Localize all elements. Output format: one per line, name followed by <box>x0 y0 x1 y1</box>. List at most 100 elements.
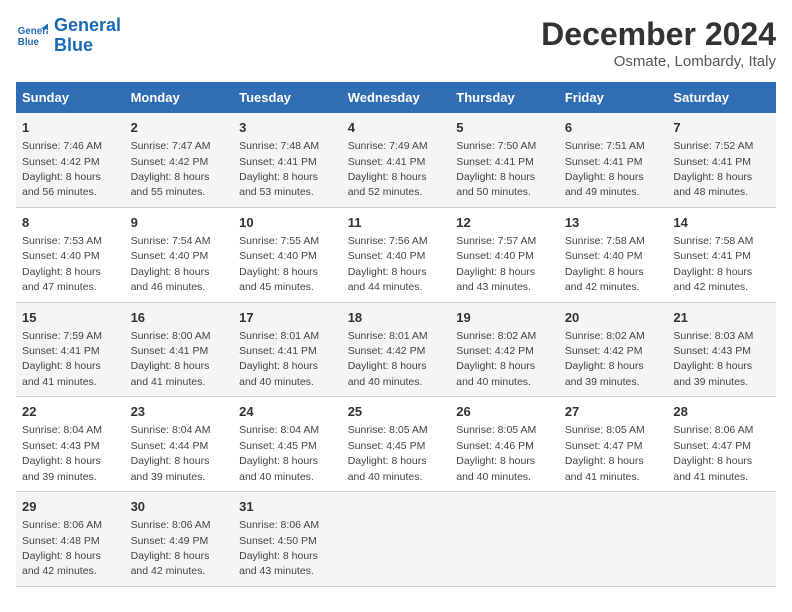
day-info: Sunrise: 7:58 AMSunset: 4:41 PMDaylight:… <box>673 235 753 293</box>
calendar-cell: 21Sunrise: 8:03 AMSunset: 4:43 PMDayligh… <box>667 302 776 397</box>
calendar-cell: 27 Sunrise: 8:05 AMSunset: 4:47 PMDayligh… <box>559 397 668 492</box>
column-header-thursday: Thursday <box>450 82 559 113</box>
calendar-cell: 11 Sunrise: 7:56 AMSunset: 4:40 PMDayligh… <box>342 207 451 302</box>
day-info: Sunrise: 8:01 AMSunset: 4:41 PMDaylight:… <box>239 330 319 388</box>
calendar-cell: 9Sunrise: 7:54 AMSunset: 4:40 PMDaylight… <box>125 207 234 302</box>
calendar-cell: 17 Sunrise: 8:01 AMSunset: 4:41 PMDayligh… <box>233 302 342 397</box>
calendar-cell: 19 Sunrise: 8:02 AMSunset: 4:42 PMDayligh… <box>450 302 559 397</box>
day-number: 18 <box>348 309 445 327</box>
calendar-cell: 7Sunrise: 7:52 AMSunset: 4:41 PMDaylight… <box>667 113 776 207</box>
day-info: Sunrise: 8:02 AMSunset: 4:42 PMDaylight:… <box>456 330 536 388</box>
day-info: Sunrise: 8:04 AMSunset: 4:44 PMDaylight:… <box>131 424 211 482</box>
day-number: 23 <box>131 403 228 421</box>
svg-text:Blue: Blue <box>18 37 40 48</box>
calendar-cell: 20 Sunrise: 8:02 AMSunset: 4:42 PMDayligh… <box>559 302 668 397</box>
calendar-cell: 14 Sunrise: 7:58 AMSunset: 4:41 PMDayligh… <box>667 207 776 302</box>
day-number: 13 <box>565 214 662 232</box>
location-title: Osmate, Lombardy, Italy <box>541 53 776 70</box>
week-row-4: 22Sunrise: 8:04 AMSunset: 4:43 PMDayligh… <box>16 397 776 492</box>
day-info: Sunrise: 7:49 AMSunset: 4:41 PMDaylight:… <box>348 140 428 198</box>
day-info: Sunrise: 8:02 AMSunset: 4:42 PMDaylight:… <box>565 330 645 388</box>
day-info: Sunrise: 7:55 AMSunset: 4:40 PMDaylight:… <box>239 235 319 293</box>
calendar-header-row: SundayMondayTuesdayWednesdayThursdayFrid… <box>16 82 776 113</box>
day-info: Sunrise: 8:06 AMSunset: 4:47 PMDaylight:… <box>673 424 753 482</box>
day-number: 2 <box>131 119 228 137</box>
day-info: Sunrise: 7:47 AMSunset: 4:42 PMDaylight:… <box>131 140 211 198</box>
calendar-cell: 26 Sunrise: 8:05 AMSunset: 4:46 PMDayligh… <box>450 397 559 492</box>
day-number: 1 <box>22 119 119 137</box>
week-row-2: 8Sunrise: 7:53 AMSunset: 4:40 PMDaylight… <box>16 207 776 302</box>
day-info: Sunrise: 7:57 AMSunset: 4:40 PMDaylight:… <box>456 235 536 293</box>
day-info: Sunrise: 8:04 AMSunset: 4:45 PMDaylight:… <box>239 424 319 482</box>
column-header-wednesday: Wednesday <box>342 82 451 113</box>
column-header-tuesday: Tuesday <box>233 82 342 113</box>
day-number: 19 <box>456 309 553 327</box>
calendar-cell: 29 Sunrise: 8:06 AMSunset: 4:48 PMDayligh… <box>16 492 125 587</box>
calendar-cell <box>667 492 776 587</box>
day-info: Sunrise: 8:06 AMSunset: 4:50 PMDaylight:… <box>239 519 319 577</box>
calendar-cell <box>450 492 559 587</box>
calendar-cell: 24 Sunrise: 8:04 AMSunset: 4:45 PMDayligh… <box>233 397 342 492</box>
day-number: 5 <box>456 119 553 137</box>
day-number: 26 <box>456 403 553 421</box>
calendar-cell: 4 Sunrise: 7:49 AMSunset: 4:41 PMDaylight… <box>342 113 451 207</box>
logo: General Blue General Blue <box>16 16 121 56</box>
day-info: Sunrise: 7:51 AMSunset: 4:41 PMDaylight:… <box>565 140 645 198</box>
day-number: 30 <box>131 498 228 516</box>
day-number: 10 <box>239 214 336 232</box>
calendar-cell <box>559 492 668 587</box>
page-header: General Blue General Blue December 2024 … <box>16 16 776 70</box>
day-info: Sunrise: 8:01 AMSunset: 4:42 PMDaylight:… <box>348 330 428 388</box>
day-info: Sunrise: 7:59 AMSunset: 4:41 PMDaylight:… <box>22 330 102 388</box>
calendar-cell: 13 Sunrise: 7:58 AMSunset: 4:40 PMDayligh… <box>559 207 668 302</box>
day-info: Sunrise: 8:06 AMSunset: 4:48 PMDaylight:… <box>22 519 102 577</box>
calendar-cell: 22Sunrise: 8:04 AMSunset: 4:43 PMDayligh… <box>16 397 125 492</box>
day-number: 11 <box>348 214 445 232</box>
calendar-cell: 28 Sunrise: 8:06 AMSunset: 4:47 PMDayligh… <box>667 397 776 492</box>
logo-icon: General Blue <box>16 20 48 52</box>
day-number: 27 <box>565 403 662 421</box>
day-info: Sunrise: 7:56 AMSunset: 4:40 PMDaylight:… <box>348 235 428 293</box>
day-number: 8 <box>22 214 119 232</box>
day-info: Sunrise: 8:05 AMSunset: 4:45 PMDaylight:… <box>348 424 428 482</box>
day-number: 20 <box>565 309 662 327</box>
column-header-friday: Friday <box>559 82 668 113</box>
day-number: 4 <box>348 119 445 137</box>
calendar-cell: 16Sunrise: 8:00 AMSunset: 4:41 PMDayligh… <box>125 302 234 397</box>
calendar-cell: 23 Sunrise: 8:04 AMSunset: 4:44 PMDayligh… <box>125 397 234 492</box>
calendar-cell: 2 Sunrise: 7:47 AMSunset: 4:42 PMDaylight… <box>125 113 234 207</box>
day-info: Sunrise: 8:05 AMSunset: 4:47 PMDaylight:… <box>565 424 645 482</box>
column-header-sunday: Sunday <box>16 82 125 113</box>
calendar-cell <box>342 492 451 587</box>
day-info: Sunrise: 7:50 AMSunset: 4:41 PMDaylight:… <box>456 140 536 198</box>
day-info: Sunrise: 7:58 AMSunset: 4:40 PMDaylight:… <box>565 235 645 293</box>
day-info: Sunrise: 8:03 AMSunset: 4:43 PMDaylight:… <box>673 330 753 388</box>
calendar-cell: 1Sunrise: 7:46 AMSunset: 4:42 PMDaylight… <box>16 113 125 207</box>
day-number: 16 <box>131 309 228 327</box>
month-title: December 2024 <box>541 16 776 53</box>
logo-text: General Blue <box>54 16 121 56</box>
day-number: 28 <box>673 403 770 421</box>
day-number: 6 <box>565 119 662 137</box>
title-area: December 2024 Osmate, Lombardy, Italy <box>541 16 776 70</box>
day-number: 31 <box>239 498 336 516</box>
calendar-cell: 31 Sunrise: 8:06 AMSunset: 4:50 PMDayligh… <box>233 492 342 587</box>
day-info: Sunrise: 8:05 AMSunset: 4:46 PMDaylight:… <box>456 424 536 482</box>
day-number: 3 <box>239 119 336 137</box>
calendar-cell: 5 Sunrise: 7:50 AMSunset: 4:41 PMDaylight… <box>450 113 559 207</box>
week-row-3: 15Sunrise: 7:59 AMSunset: 4:41 PMDayligh… <box>16 302 776 397</box>
day-number: 29 <box>22 498 119 516</box>
day-number: 14 <box>673 214 770 232</box>
day-number: 22 <box>22 403 119 421</box>
day-info: Sunrise: 8:06 AMSunset: 4:49 PMDaylight:… <box>131 519 211 577</box>
calendar-cell: 6 Sunrise: 7:51 AMSunset: 4:41 PMDaylight… <box>559 113 668 207</box>
day-number: 24 <box>239 403 336 421</box>
day-number: 7 <box>673 119 770 137</box>
calendar-cell: 25 Sunrise: 8:05 AMSunset: 4:45 PMDayligh… <box>342 397 451 492</box>
day-info: Sunrise: 7:54 AMSunset: 4:40 PMDaylight:… <box>131 235 211 293</box>
column-header-monday: Monday <box>125 82 234 113</box>
day-number: 17 <box>239 309 336 327</box>
calendar-table: SundayMondayTuesdayWednesdayThursdayFrid… <box>16 82 776 587</box>
calendar-cell: 3Sunrise: 7:48 AMSunset: 4:41 PMDaylight… <box>233 113 342 207</box>
day-number: 25 <box>348 403 445 421</box>
